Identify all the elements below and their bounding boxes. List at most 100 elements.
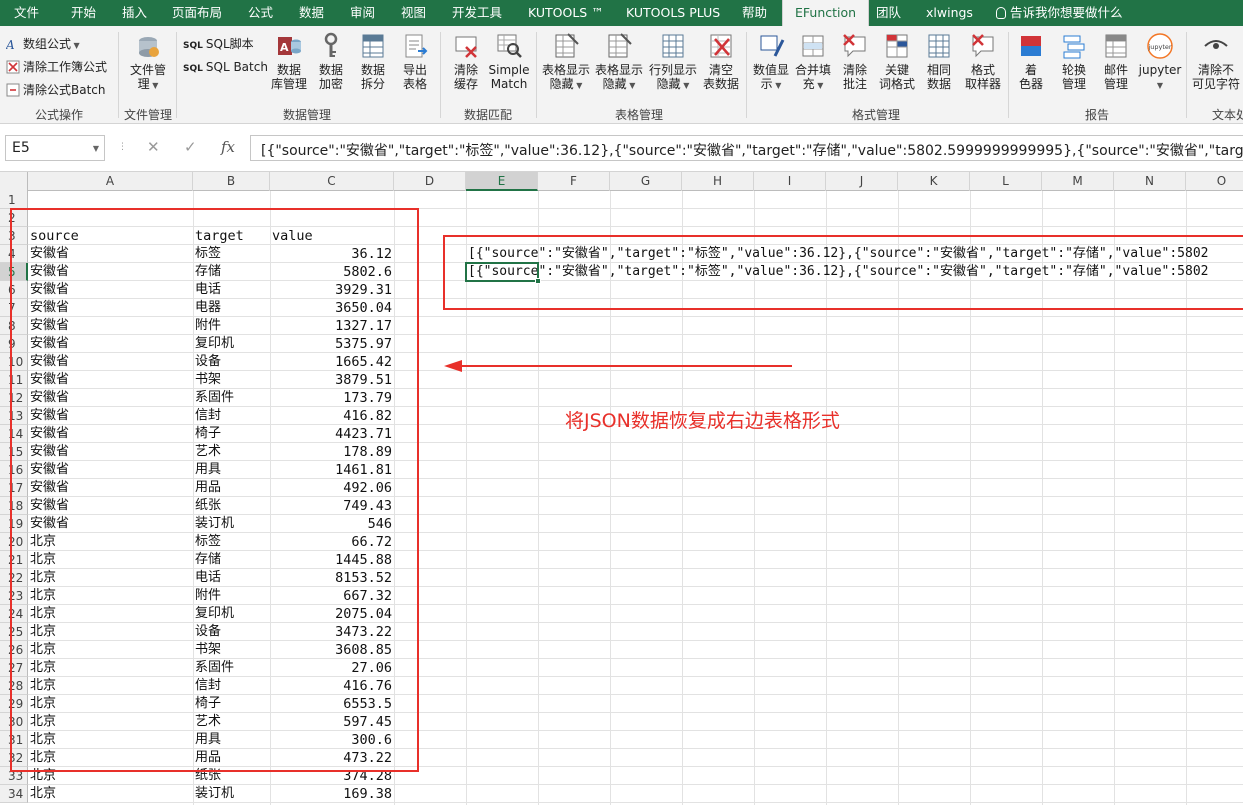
simple-match-button[interactable]: Simple Match [488,32,530,91]
clear-comments-button[interactable]: 清除 批注 [838,32,872,91]
mail-management-button[interactable]: 邮件 管理 [1098,32,1134,91]
row-header[interactable]: 1 [0,191,28,209]
more-dots-icon: ⋮ [118,142,127,152]
tab-page-layout[interactable]: 页面布局 [172,0,222,26]
group-separator [1008,32,1009,118]
group-separator [536,32,537,118]
tab-review[interactable]: 审阅 [350,0,375,26]
column-header-o[interactable]: O [1186,172,1243,191]
tab-efunction[interactable]: EFunction [782,0,870,26]
cell-source[interactable]: 北京 [30,785,56,803]
database-management-button[interactable]: A 数据 库管理 [270,32,308,91]
column-header-k[interactable]: K [898,172,970,191]
color-palette-icon [1021,36,1041,56]
tab-view[interactable]: 视图 [401,0,426,26]
lightbulb-icon [996,7,1006,19]
tab-file[interactable]: 文件 [14,0,39,26]
merge-cells-icon [802,35,824,57]
tab-formulas[interactable]: 公式 [248,0,273,26]
sql-script-button[interactable]: SQL SQL脚本 [183,34,254,54]
formula-input[interactable]: [{"source":"安徽省","target":"标签","value":3… [250,135,1243,161]
group-separator [176,32,177,118]
number-display-button[interactable]: 数值显示 ▼ [752,32,790,93]
tab-xlwings[interactable]: xlwings [926,0,973,26]
data-split-button[interactable]: 数据 拆分 [356,32,390,91]
cell-target[interactable]: 装订机 [195,785,234,803]
tab-developer[interactable]: 开发工具 [452,0,502,26]
jupyter-logo-icon: jupyter [1147,33,1173,59]
data-encrypt-button[interactable]: 数据 加密 [314,32,348,91]
tab-kutools-plus[interactable]: KUTOOLS PLUS [626,0,720,26]
export-table-button[interactable]: 导出 表格 [398,32,432,91]
ribbon: A 数组公式 ▼ 清除工作簿公式 清除公式Batch 公式操作 文件管理 ▼ 文件… [0,26,1243,124]
tab-home[interactable]: 开始 [71,0,96,26]
format-sampler-button[interactable]: 格式 取样器 [962,32,1004,91]
worksheet: A B C D E F G H I J K L M N O 1234567891… [0,172,1243,805]
clear-batch-icon [6,83,20,97]
clear-invisible-chars-button[interactable]: 清除不 可见字符 [1190,32,1242,91]
tab-data[interactable]: 数据 [299,0,324,26]
cell-value[interactable]: 169.38 [272,785,392,803]
group-format-mgmt-label: 格式管理 [852,108,901,122]
column-header-d[interactable]: D [394,172,466,191]
table-show-hide-button-2[interactable]: 表格显示 隐藏 ▼ [594,32,644,93]
column-header-l[interactable]: L [970,172,1042,191]
file-cabinet-icon [139,37,159,57]
clear-table-data-button[interactable]: 清空 表数据 [702,32,740,91]
column-header-m[interactable]: M [1042,172,1114,191]
svg-text:A: A [280,41,289,54]
confirm-icon[interactable]: ✓ [184,138,197,156]
brush-icon [760,35,785,57]
tell-me-search[interactable]: 告诉我你想要做什么 [996,0,1123,26]
tab-insert[interactable]: 插入 [122,0,147,26]
rotation-management-button[interactable]: 轮换 管理 [1056,32,1092,91]
clear-formula-batch-button[interactable]: 清除公式Batch [6,80,106,100]
column-header-c[interactable]: C [270,172,394,191]
annotation-arrow-icon [444,360,792,372]
tab-help[interactable]: 帮助 [742,0,767,26]
jupyter-button[interactable]: jupyter jupyter ▼ [1138,32,1182,93]
sql-batch-icon: SQL [183,64,203,74]
row-header[interactable]: 34 [0,785,28,803]
tab-team[interactable]: 团队 [876,0,901,26]
column-header-g[interactable]: G [610,172,682,191]
clear-workbook-formula-button[interactable]: 清除工作簿公式 [6,57,107,77]
keyword-format-button[interactable]: 关键 词格式 [878,32,916,91]
clear-cache-button[interactable]: 清除 缓存 [448,32,484,91]
table-hide-icon [608,33,632,58]
table-show-hide-button-1[interactable]: 表格显示 隐藏 ▼ [541,32,591,93]
column-header-i[interactable]: I [754,172,826,191]
chevron-down-icon[interactable]: ▼ [93,144,99,153]
comment-clear-icon [843,34,866,58]
column-header-h[interactable]: H [682,172,754,191]
export-icon [405,34,428,58]
array-formula-button[interactable]: A 数组公式 ▼ [6,34,80,54]
column-header-a[interactable]: A [28,172,193,191]
column-header-j[interactable]: J [826,172,898,191]
merge-fill-button[interactable]: 合并填充 ▼ [794,32,832,93]
group-data-mgmt-label: 数据管理 [283,108,332,122]
mail-table-icon [1105,34,1127,58]
sql-batch-button[interactable]: SQL SQL Batch [183,57,268,77]
clear-table-icon [710,34,732,58]
eye-off-icon [1204,40,1228,49]
magnifier-table-icon [497,34,522,58]
same-data-button[interactable]: 相同 数据 [922,32,956,91]
cancel-icon[interactable]: ✕ [147,138,160,156]
select-all-corner[interactable] [0,172,28,191]
file-management-button[interactable]: 文件管理 ▼ [126,32,170,93]
sql-icon: SQL [183,41,203,51]
column-header-b[interactable]: B [193,172,270,191]
row-col-show-hide-button[interactable]: 行列显示 隐藏 ▼ [648,32,698,93]
colorizer-button[interactable]: 着色器 [1014,32,1048,91]
tab-kutools[interactable]: KUTOOLS ™ [528,0,604,26]
same-data-icon [928,34,950,58]
group-formula-ops-label: 公式操作 [35,108,84,122]
group-table-mgmt-label: 表格管理 [615,108,664,122]
column-header-n[interactable]: N [1114,172,1186,191]
name-box[interactable]: E5 ▼ [5,135,105,161]
column-header-e[interactable]: E [466,172,538,191]
column-header-f[interactable]: F [538,172,610,191]
insert-function-icon[interactable]: fx [221,138,235,156]
annotation-box-json [443,235,1243,310]
